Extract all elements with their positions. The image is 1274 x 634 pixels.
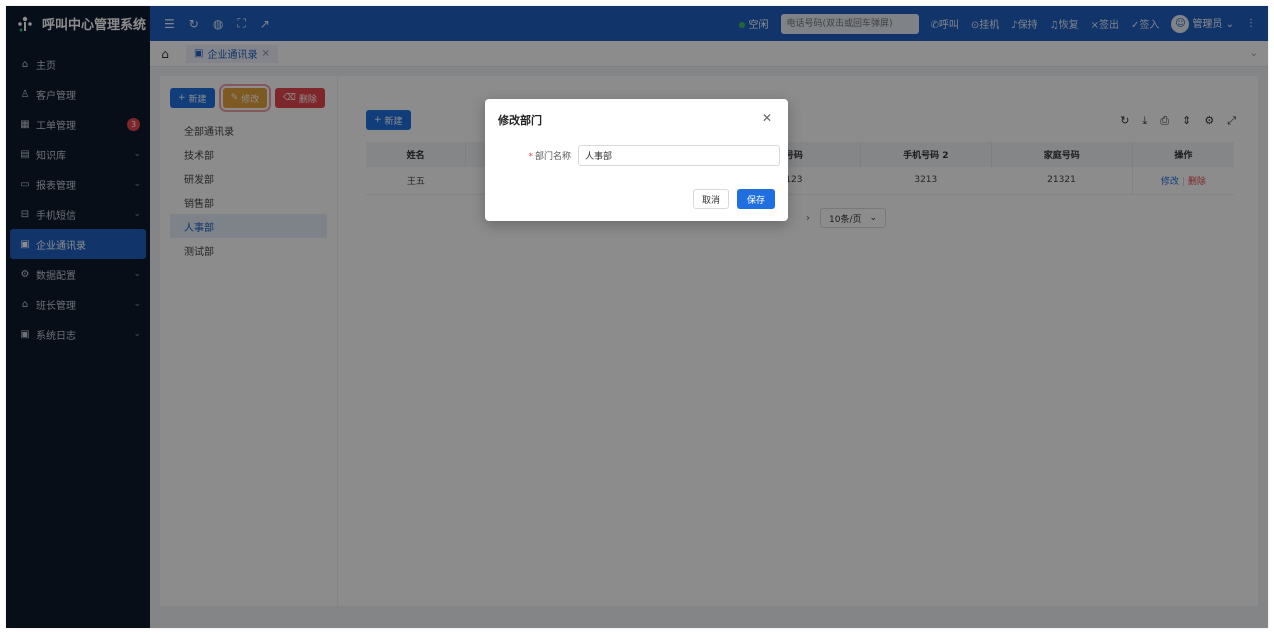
- app-window: 呼叫中心管理系统 ☰ ↻ ◍ ⛶ ↗ 空闲 ✆呼叫 ⊙挂机 ♪保持 ♫恢复 ×签…: [6, 6, 1268, 628]
- department-name-input[interactable]: [578, 145, 780, 166]
- close-icon[interactable]: ✕: [762, 111, 772, 125]
- dialog-footer: 取消 保存: [692, 189, 775, 209]
- dialog-title: 修改部门: [498, 114, 542, 127]
- edit-department-dialog: 修改部门 ✕ *部门名称 取消 保存: [485, 99, 788, 221]
- cancel-button[interactable]: 取消: [692, 189, 729, 209]
- save-button[interactable]: 保存: [736, 189, 775, 209]
- department-name-row: * 部门名称: [515, 145, 780, 166]
- department-name-label: * 部门名称: [528, 152, 571, 162]
- required-mark: *: [528, 152, 533, 162]
